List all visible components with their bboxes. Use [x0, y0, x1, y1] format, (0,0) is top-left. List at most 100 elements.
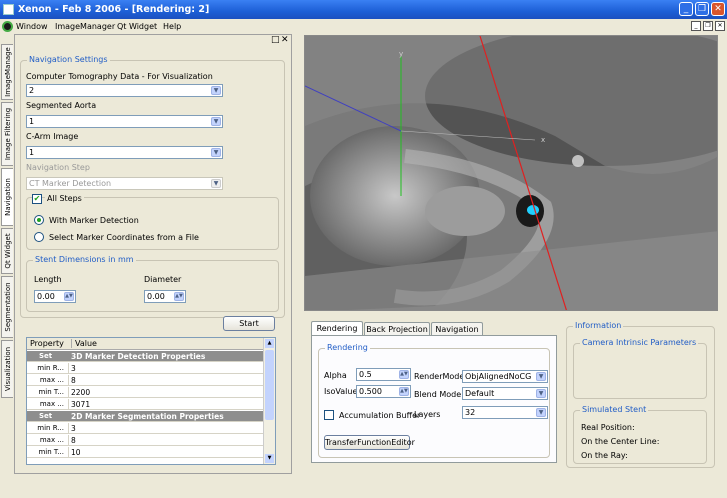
app-icon [3, 4, 14, 15]
tab-navigation-render[interactable]: Navigation [431, 322, 483, 336]
ct-data-select[interactable]: 2 ▼ [26, 84, 223, 97]
carm-select[interactable]: 1 ▼ [26, 146, 223, 159]
menu-imagemanager[interactable]: ImageManager [55, 19, 115, 34]
step-label: Navigation Step [26, 163, 90, 172]
start-button[interactable]: Start [223, 316, 275, 331]
maximize-button[interactable]: ❐ [695, 2, 709, 16]
steps-group: ✔ All Steps With Marker Detection Select… [26, 194, 279, 250]
header-value: Value [71, 339, 97, 348]
spin-arrows-icon[interactable]: ▲▼ [399, 370, 409, 379]
table-header: Property Value [27, 338, 265, 350]
camera-params-group: Camera Intrinsic Parameters [573, 338, 707, 399]
radio1-label: With Marker Detection [49, 216, 139, 225]
3d-render-viewport[interactable]: y x [304, 35, 718, 311]
radio-with-marker-detection[interactable] [34, 215, 44, 225]
alpha-spinbox[interactable]: 0.5 ▲▼ [356, 368, 411, 381]
on-ray-label: On the Ray: [581, 451, 628, 460]
header-property: Property [30, 339, 64, 348]
chevron-down-icon: ▼ [211, 86, 221, 95]
tab-visualization[interactable]: Visualization [1, 340, 13, 398]
dock-float-icon[interactable]: □ [271, 35, 280, 45]
center-line-label: On the Center Line: [581, 437, 660, 446]
tab-qt-widget[interactable]: Qt Widget [1, 228, 13, 274]
chevron-down-icon: ▼ [536, 389, 546, 398]
close-button[interactable]: ✕ [711, 2, 725, 16]
real-position-label: Real Position: [581, 423, 635, 432]
table-row[interactable]: Set 3D Marker Detection Properties [27, 351, 265, 362]
carm-label: C-Arm Image [26, 132, 79, 141]
camera-params-title: Camera Intrinsic Parameters [580, 338, 699, 347]
minimize-button[interactable]: _ [679, 2, 693, 16]
volume-render-scene: y x [305, 36, 717, 310]
spin-arrows-icon[interactable]: ▲▼ [174, 292, 184, 301]
information-group: Information Camera Intrinsic Parameters … [566, 321, 715, 468]
tab-back-projection[interactable]: Back Projection [364, 322, 430, 336]
simulated-stent-group: Simulated Stent Real Position: On the Ce… [573, 405, 707, 464]
accumulation-buffer-checkbox[interactable] [324, 410, 334, 420]
accumulation-buffer-label: Accumulation Buffer [339, 411, 421, 420]
table-row[interactable]: max ... 8 [27, 435, 265, 446]
information-title: Information [573, 321, 624, 330]
tab-navigation[interactable]: Navigation [1, 168, 13, 226]
dock-close-icon[interactable]: ✕ [281, 35, 289, 45]
stent-dimensions-group: Stent Dimensions in mm Length 0.00 ▲▼ Dia… [26, 255, 279, 312]
diameter-label: Diameter [144, 275, 182, 284]
table-row[interactable]: max ... 3071 [27, 399, 265, 410]
chevron-down-icon: ▼ [211, 179, 221, 188]
table-row[interactable]: min T... 2200 [27, 387, 265, 398]
all-steps-checkbox[interactable]: ✔ [32, 194, 42, 204]
menu-window[interactable]: Window [16, 19, 48, 34]
scroll-down-icon[interactable]: ▼ [265, 454, 274, 463]
aorta-select[interactable]: 1 ▼ [26, 115, 223, 128]
side-tab-bar: ImageManage Image Filtering Navigation Q… [0, 44, 13, 399]
rendering-group: Rendering Alpha 0.5 ▲▼ IsoValue 0.500 ▲▼ R… [318, 343, 550, 458]
rendering-group-title: Rendering [325, 343, 370, 352]
window-title: Xenon - Feb 8 2006 - [Rendering: 2] [18, 4, 210, 15]
tab-rendering[interactable]: Rendering [311, 321, 363, 336]
length-spinbox[interactable]: 0.00 ▲▼ [34, 290, 76, 303]
navigation-settings-group: Navigation Settings Computer Tomography … [20, 55, 285, 318]
navigation-step-select[interactable]: CT Marker Detection ▼ [26, 177, 223, 190]
tab-segmentation[interactable]: Segmentation [1, 276, 13, 338]
window-title-bar: Xenon - Feb 8 2006 - [Rendering: 2] [0, 0, 727, 19]
stent-dimensions-title: Stent Dimensions in mm [33, 255, 136, 264]
chevron-down-icon: ▼ [536, 372, 546, 381]
table-row[interactable]: min R... 3 [27, 423, 265, 434]
transfer-function-editor-button[interactable]: TransferFunctionEditor [324, 435, 415, 450]
mdi-restore-button[interactable]: ❐ [703, 21, 713, 31]
tab-imagemanage[interactable]: ImageManage [1, 44, 13, 100]
layers-select[interactable]: 32 ▼ [462, 406, 548, 419]
spin-arrows-icon[interactable]: ▲▼ [64, 292, 74, 301]
tab-image-filtering[interactable]: Image Filtering [1, 102, 13, 166]
table-row[interactable]: min T... 10 [27, 447, 265, 458]
table-scrollbar[interactable]: ▲ ▼ [263, 338, 275, 464]
ct-label: Computer Tomography Data - For Visualiza… [26, 72, 213, 81]
isovalue-spinbox[interactable]: 0.500 ▲▼ [356, 385, 411, 398]
chevron-down-icon: ▼ [211, 117, 221, 126]
chevron-down-icon: ▼ [211, 148, 221, 157]
rendermode-label: RenderMode [414, 372, 465, 381]
menu-qt-widget[interactable]: Qt Widget [117, 19, 157, 34]
menu-help[interactable]: Help [163, 19, 181, 34]
mdi-minimize-button[interactable]: _ [691, 21, 701, 31]
table-row[interactable]: max ... 8 [27, 375, 265, 386]
spin-arrows-icon[interactable]: ▲▼ [399, 387, 409, 396]
rendering-panel: Rendering Alpha 0.5 ▲▼ IsoValue 0.500 ▲▼ R… [311, 335, 557, 463]
y-axis-label: y [399, 50, 403, 58]
table-row[interactable]: Set 2D Marker Segmentation Properties [27, 411, 265, 422]
scroll-up-icon[interactable]: ▲ [265, 339, 274, 348]
rendermode-select[interactable]: ObjAlignedNoCG ▼ [462, 370, 548, 383]
diameter-spinbox[interactable]: 0.00 ▲▼ [144, 290, 186, 303]
mdi-close-button[interactable]: ✕ [715, 21, 725, 31]
scroll-thumb[interactable] [265, 350, 274, 420]
chevron-down-icon: ▼ [536, 408, 546, 417]
all-steps-label: All Steps [45, 194, 84, 203]
rendering-tab-bar: Rendering Back Projection Navigation [311, 321, 557, 336]
radio-select-from-file[interactable] [34, 232, 44, 242]
blendmode-select[interactable]: Default ▼ [462, 387, 548, 400]
table-row[interactable]: min R... 3 [27, 363, 265, 374]
app-logo-icon [2, 21, 13, 32]
length-label: Length [34, 275, 62, 284]
simulated-stent-title: Simulated Stent [580, 405, 649, 414]
menu-bar: Window ImageManager Qt Widget Help [0, 19, 727, 34]
